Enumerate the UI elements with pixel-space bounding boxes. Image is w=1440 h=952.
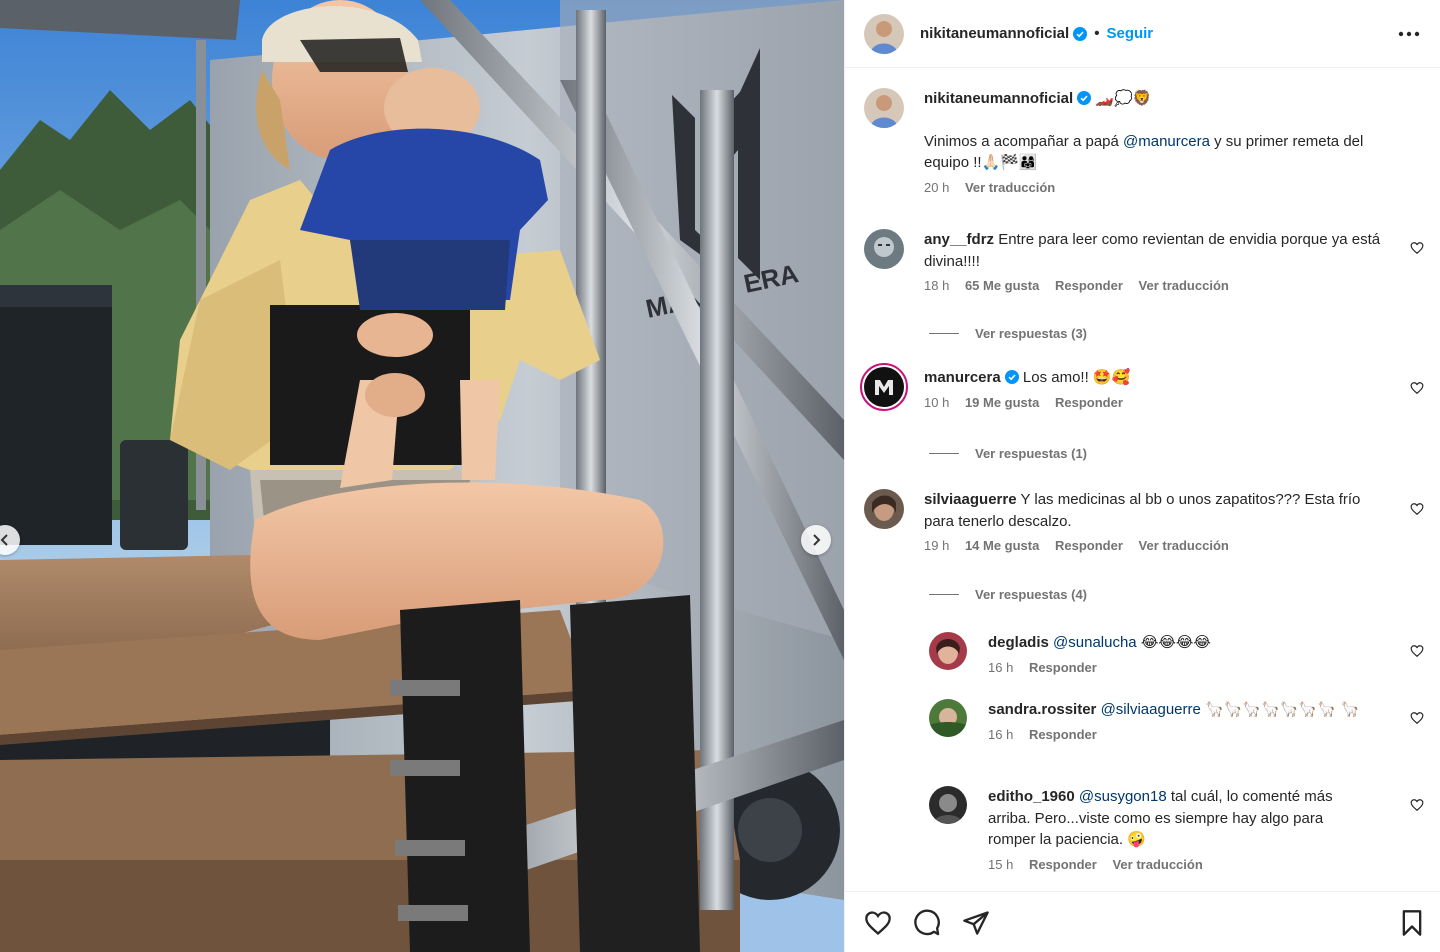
heart-icon[interactable]	[1410, 798, 1424, 812]
reply-button[interactable]: Responder	[1055, 278, 1123, 293]
more-options-icon	[1398, 31, 1420, 37]
heart-icon[interactable]	[1410, 644, 1424, 658]
caption-translate-link[interactable]: Ver traducción	[965, 180, 1055, 195]
view-replies-button[interactable]: Ver respuestas (4)	[929, 587, 1087, 602]
follow-button[interactable]: Seguir	[1106, 25, 1153, 42]
heart-icon[interactable]	[864, 909, 892, 937]
header-separator: •	[1094, 25, 1100, 42]
reply-mention[interactable]: @susygon18	[1079, 788, 1167, 805]
post-header: nikitaneumannoficial • Seguir	[845, 0, 1440, 68]
replier-avatar[interactable]	[929, 632, 967, 670]
reply-time: 16 h	[988, 726, 1014, 742]
caption-avatar[interactable]	[864, 88, 904, 128]
replier-avatar[interactable]	[929, 786, 967, 824]
comment-body: any__fdrz Entre para leer como revientan…	[924, 229, 1394, 294]
caption-mention[interactable]: @manurcera	[1123, 133, 1210, 150]
comment-time: 18 h	[924, 278, 950, 293]
reply-meta: 16 h Responder	[988, 660, 1388, 676]
view-replies-button[interactable]: Ver respuestas (3)	[929, 326, 1087, 341]
caption-meta: 20 h Ver traducción	[924, 180, 1394, 196]
reply-button[interactable]: Responder	[1029, 727, 1097, 742]
comment-username[interactable]: any__fdrz	[924, 231, 994, 248]
more-options-button[interactable]	[1397, 22, 1421, 46]
commenter-avatar[interactable]	[864, 489, 904, 529]
commenter-avatar-with-story[interactable]	[860, 363, 908, 411]
replier-avatar[interactable]	[929, 699, 967, 737]
post-photo: MANU ERA	[0, 0, 844, 952]
reply-button[interactable]: Responder	[1055, 538, 1123, 553]
comment-time: 10 h	[924, 394, 950, 410]
view-replies-label: Ver respuestas (3)	[975, 326, 1088, 341]
chevron-right-icon	[813, 534, 821, 546]
comment-likes[interactable]: 65 Me gusta	[965, 278, 1039, 293]
reply-username[interactable]: degladis	[988, 634, 1049, 651]
reply-button[interactable]: Responder	[1055, 395, 1123, 410]
comment-text: Los amo!! 🤩🥰	[1022, 369, 1131, 386]
reply-time: 15 h	[988, 856, 1014, 872]
view-replies-label: Ver respuestas (4)	[975, 587, 1088, 602]
reply-body: sandra.rossiter @silviaaguerre 🦙🦙🦙🦙🦙🦙🦙 🦙…	[988, 699, 1393, 743]
comment-body: manurcera Los amo!! 🤩🥰 10 h 19 Me gusta …	[924, 367, 1394, 411]
view-replies-label: Ver respuestas (1)	[975, 446, 1088, 461]
next-photo-button[interactable]	[801, 525, 831, 555]
verified-badge-icon	[1004, 370, 1019, 384]
reply-username[interactable]: sandra.rossiter	[988, 701, 1096, 718]
view-replies-button[interactable]: Ver respuestas (1)	[929, 446, 1087, 461]
reply-button[interactable]: Responder	[1029, 857, 1097, 872]
comment-time: 19 h	[924, 538, 950, 553]
comment-username[interactable]: silviaaguerre	[924, 491, 1017, 508]
caption-username[interactable]: nikitaneumannoficial	[924, 90, 1073, 107]
comment-likes[interactable]: 14 Me gusta	[965, 538, 1039, 553]
reply-mention[interactable]: @silviaaguerre	[1101, 701, 1201, 718]
translate-link[interactable]: Ver traducción	[1139, 538, 1229, 553]
translate-link[interactable]: Ver traducción	[1112, 857, 1202, 872]
comment-meta: 19 h 14 Me gusta Responder Ver traducció…	[924, 538, 1394, 554]
comment-meta: 18 h 65 Me gusta Responder Ver traducció…	[924, 278, 1394, 294]
verified-badge-icon	[1073, 26, 1088, 41]
reply-meta: 16 h Responder	[988, 727, 1393, 743]
reply-time: 16 h	[988, 659, 1014, 675]
share-icon[interactable]	[962, 909, 990, 937]
caption-title-emojis: 🏎️💭🦁	[1095, 89, 1152, 107]
bookmark-icon[interactable]	[1398, 909, 1426, 937]
verified-badge-icon	[1077, 91, 1092, 105]
comment-likes[interactable]: 19 Me gusta	[965, 395, 1039, 410]
reply-meta: 15 h Responder Ver traducción	[988, 857, 1368, 873]
reply-text: 🦙🦙🦙🦙🦙🦙🦙 🦙	[1205, 700, 1360, 718]
heart-icon[interactable]	[1410, 711, 1424, 725]
author-username[interactable]: nikitaneumannoficial	[920, 25, 1069, 42]
comment-body: silviaaguerre Y las medicinas al bb o un…	[924, 489, 1394, 554]
reply-mention[interactable]: @sunalucha	[1053, 634, 1137, 651]
reply-body: editho_1960 @susygon18 tal cuál, lo come…	[988, 786, 1368, 873]
reply-button[interactable]: Responder	[1029, 660, 1097, 675]
comment-icon[interactable]	[913, 909, 941, 937]
chevron-left-icon	[0, 534, 8, 546]
reply-username[interactable]: editho_1960	[988, 788, 1075, 805]
heart-icon[interactable]	[1410, 502, 1424, 516]
heart-icon[interactable]	[1410, 241, 1424, 255]
post-sidebar: nikitaneumannoficial • Seguir nikitaneum…	[844, 0, 1440, 952]
photo-scene: MANU ERA	[0, 0, 844, 952]
heart-icon[interactable]	[1410, 381, 1424, 395]
comment-meta: 10 h 19 Me gusta Responder	[924, 395, 1394, 411]
comment-username[interactable]: manurcera	[924, 369, 1001, 386]
comments-list: nikitaneumannoficial 🏎️💭🦁 Vinimos a acom…	[845, 69, 1440, 891]
caption-text-prefix: Vinimos a acompañar a papá	[924, 132, 1124, 150]
post-actions-bar	[845, 891, 1440, 952]
caption-body: nikitaneumannoficial 🏎️💭🦁 Vinimos a acom…	[924, 88, 1394, 196]
reply-body: degladis @sunalucha 😂😂😂😂 16 h Responder	[988, 632, 1388, 676]
translate-link[interactable]: Ver traducción	[1139, 278, 1229, 293]
reply-text: 😂😂😂😂	[1140, 633, 1211, 651]
commenter-avatar[interactable]	[864, 229, 904, 269]
author-avatar[interactable]	[864, 13, 904, 54]
caption-time: 20 h	[924, 179, 950, 195]
instagram-post-modal: MANU ERA	[0, 0, 1440, 952]
